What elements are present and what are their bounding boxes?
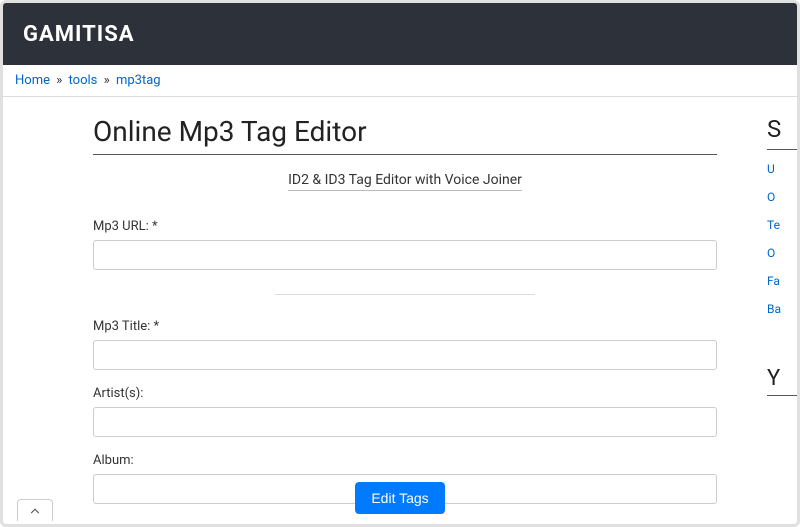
edit-tags-button[interactable]: Edit Tags [355, 482, 444, 514]
url-label: Mp3 URL: * [93, 219, 717, 234]
divider [275, 294, 535, 295]
chevron-up-icon [28, 504, 42, 518]
breadcrumb-sep: » [104, 73, 110, 88]
sidebar-link[interactable]: Te [767, 218, 797, 232]
breadcrumb: Home » tools » mp3tag [3, 65, 797, 97]
brand-logo: GAMITISA [23, 22, 135, 47]
form-group-artist: Artist(s): [93, 386, 717, 437]
breadcrumb-sep: » [56, 73, 62, 88]
sidebar-link[interactable]: U [767, 162, 797, 176]
title-input[interactable] [93, 340, 717, 370]
breadcrumb-tools[interactable]: tools [69, 73, 98, 88]
page-title: Online Mp3 Tag Editor [93, 115, 717, 155]
album-label: Album: [93, 453, 717, 468]
url-input[interactable] [93, 240, 717, 270]
sidebar: S U O Te O Fa Ba Y [767, 97, 797, 523]
artist-label: Artist(s): [93, 386, 717, 401]
breadcrumb-mp3tag[interactable]: mp3tag [116, 73, 161, 88]
form-group-title: Mp3 Title: * [93, 319, 717, 370]
button-row: Edit Tags [3, 482, 797, 514]
main-content: Online Mp3 Tag Editor ID2 & ID3 Tag Edit… [3, 97, 767, 523]
sidebar-link[interactable]: Ba [767, 302, 797, 316]
sidebar-link[interactable]: O [767, 246, 797, 260]
form-group-url: Mp3 URL: * [93, 219, 717, 270]
title-label: Mp3 Title: * [93, 319, 717, 334]
sidebar-link[interactable]: Fa [767, 274, 797, 288]
header: GAMITISA [3, 3, 797, 65]
scroll-top-button[interactable] [17, 499, 53, 521]
sidebar-heading2: Y [767, 366, 797, 396]
breadcrumb-home[interactable]: Home [15, 73, 50, 88]
sidebar-link[interactable]: O [767, 190, 797, 204]
sidebar-heading: S [767, 115, 797, 150]
artist-input[interactable] [93, 407, 717, 437]
subtitle: ID2 & ID3 Tag Editor with Voice Joiner [288, 172, 522, 191]
